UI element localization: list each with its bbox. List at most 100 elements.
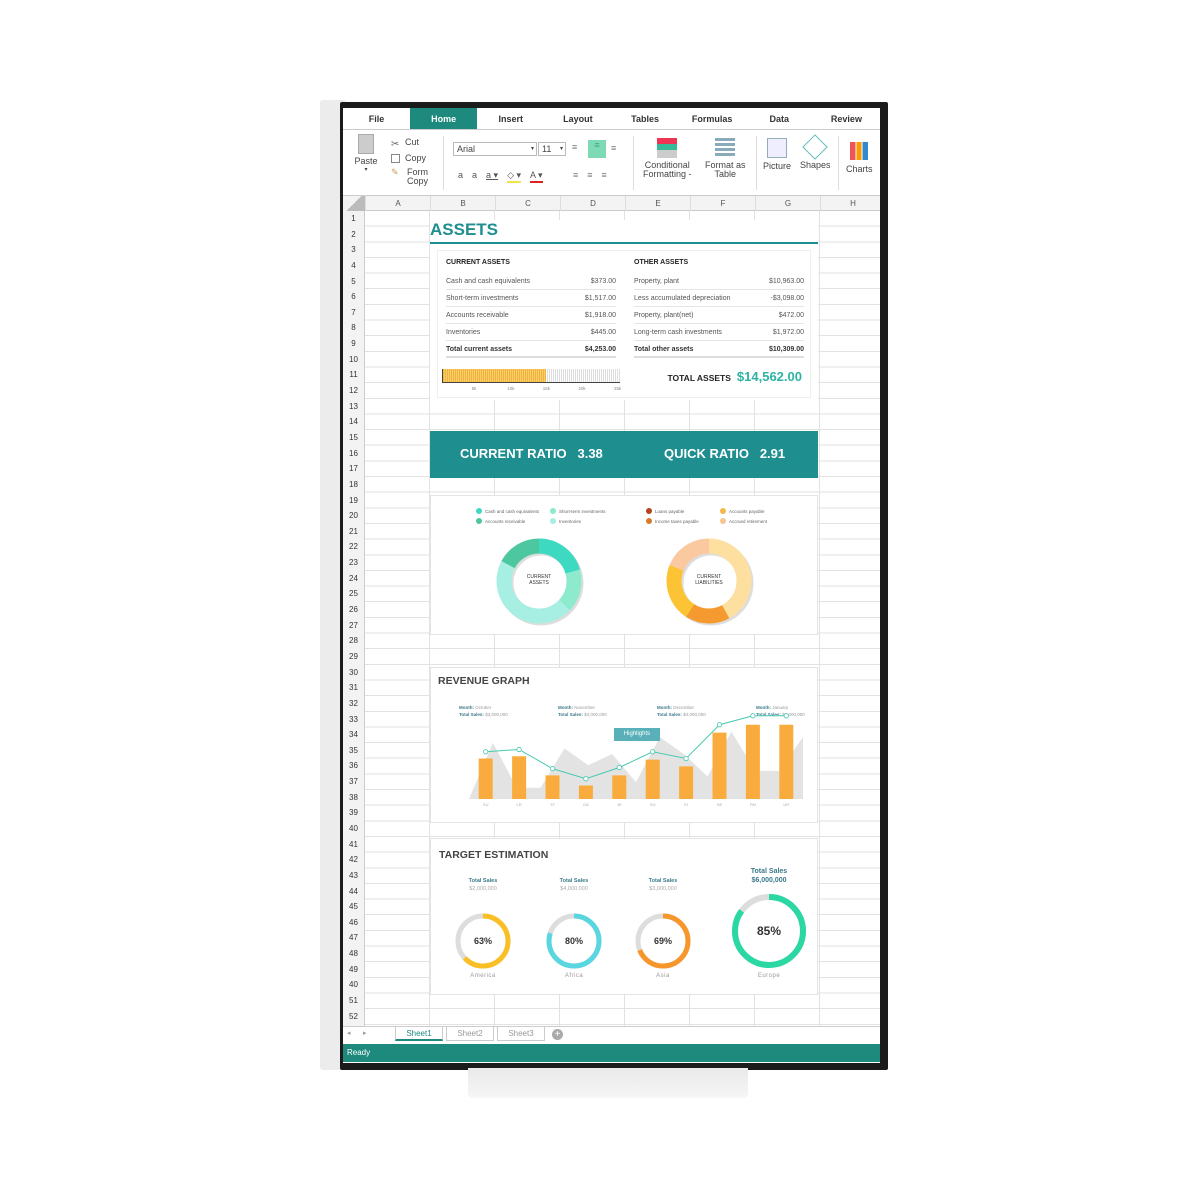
- column-header[interactable]: B: [430, 196, 495, 211]
- shapes-button[interactable]: Shapes: [800, 134, 831, 170]
- row-header[interactable]: 28: [343, 633, 364, 649]
- column-header[interactable]: E: [625, 196, 690, 211]
- column-header[interactable]: H: [820, 196, 880, 211]
- sheet-tab-2[interactable]: Sheet2: [446, 1027, 494, 1041]
- select-all-corner[interactable]: [343, 196, 365, 211]
- row-header[interactable]: 12: [343, 383, 364, 399]
- row-header[interactable]: 47: [343, 930, 364, 946]
- row-header[interactable]: 22: [343, 539, 364, 555]
- highlights-badge[interactable]: Highlights: [614, 728, 660, 741]
- row-header[interactable]: 10: [343, 352, 364, 368]
- scroll-right-icon[interactable]: ▸: [363, 1029, 367, 1037]
- row-header[interactable]: 30: [343, 665, 364, 681]
- font-size-select[interactable]: 11 ▾: [538, 142, 566, 156]
- row-header[interactable]: 39: [343, 805, 364, 821]
- row-header[interactable]: 45: [343, 899, 364, 915]
- tab-home[interactable]: Home: [410, 108, 478, 129]
- tab-file[interactable]: File: [343, 108, 410, 129]
- tab-formulas[interactable]: Formulas: [679, 108, 746, 129]
- row-header[interactable]: 37: [343, 774, 364, 790]
- row-header[interactable]: 21: [343, 524, 364, 540]
- row-header[interactable]: 29: [343, 649, 364, 665]
- row-header[interactable]: 44: [343, 884, 364, 900]
- paste-button[interactable]: Paste ▾: [353, 134, 379, 173]
- tab-insert[interactable]: Insert: [477, 108, 544, 129]
- italic-button[interactable]: a: [472, 170, 477, 183]
- charts-button[interactable]: Charts: [846, 142, 873, 174]
- bold-button[interactable]: a: [458, 170, 463, 183]
- row-header[interactable]: 42: [343, 852, 364, 868]
- row-header[interactable]: 3: [343, 242, 364, 258]
- legend-dot: [476, 508, 482, 514]
- row-header[interactable]: 5: [343, 274, 364, 290]
- sheet-tab-3[interactable]: Sheet3: [497, 1027, 545, 1041]
- tab-data[interactable]: Data: [746, 108, 813, 129]
- picture-button[interactable]: Picture: [763, 138, 791, 171]
- row-header[interactable]: 9: [343, 336, 364, 352]
- row-header[interactable]: 20: [343, 508, 364, 524]
- row-header[interactable]: 33: [343, 712, 364, 728]
- row-header[interactable]: 35: [343, 743, 364, 759]
- scroll-left-icon[interactable]: ◂: [347, 1029, 351, 1037]
- column-header[interactable]: A: [365, 196, 430, 211]
- underline-button[interactable]: a ▾: [486, 170, 498, 183]
- copy-button[interactable]: Copy: [391, 150, 428, 166]
- row-header[interactable]: 40: [343, 977, 364, 993]
- row-header[interactable]: 2: [343, 227, 364, 243]
- row-header[interactable]: 6: [343, 289, 364, 305]
- row-header[interactable]: 18: [343, 477, 364, 493]
- format-as-table-button[interactable]: Format as Table: [705, 138, 746, 179]
- column-header[interactable]: C: [495, 196, 560, 211]
- font-color-button[interactable]: A ▾: [530, 170, 543, 183]
- cut-button[interactable]: ✂ Cut: [391, 134, 428, 150]
- row-header[interactable]: 41: [343, 837, 364, 853]
- row-header[interactable]: 15: [343, 430, 364, 446]
- sheet-tab-1[interactable]: Sheet1: [395, 1027, 443, 1041]
- row-header[interactable]: 34: [343, 727, 364, 743]
- row-header[interactable]: 8: [343, 320, 364, 336]
- row-header[interactable]: 32: [343, 696, 364, 712]
- column-header[interactable]: F: [690, 196, 755, 211]
- row-header[interactable]: 51: [343, 993, 364, 1009]
- row-header[interactable]: 11: [343, 367, 364, 383]
- tab-layout[interactable]: Layout: [544, 108, 611, 129]
- add-sheet-icon[interactable]: +: [552, 1029, 563, 1040]
- align-top-button[interactable]: ≡: [572, 142, 577, 152]
- row-header[interactable]: 7: [343, 305, 364, 321]
- row-header[interactable]: 19: [343, 493, 364, 509]
- conditional-formatting-button[interactable]: Conditional Formatting -: [643, 138, 692, 179]
- row-header[interactable]: 16: [343, 446, 364, 462]
- align-center-button[interactable]: ≡: [587, 170, 592, 180]
- align-left-button[interactable]: ≡: [573, 170, 578, 180]
- row-header[interactable]: 49: [343, 962, 364, 978]
- row-header[interactable]: 43: [343, 868, 364, 884]
- row-header[interactable]: 1: [343, 211, 364, 227]
- align-bottom-button[interactable]: ≡: [611, 143, 616, 153]
- column-header[interactable]: D: [560, 196, 625, 211]
- column-header[interactable]: G: [755, 196, 820, 211]
- row-header[interactable]: 14: [343, 414, 364, 430]
- font-select[interactable]: Arial ▾: [453, 142, 537, 156]
- row-header[interactable]: 23: [343, 555, 364, 571]
- row-header[interactable]: 25: [343, 586, 364, 602]
- row-header[interactable]: 4: [343, 258, 364, 274]
- row-header[interactable]: 27: [343, 618, 364, 634]
- tab-review[interactable]: Review: [813, 108, 880, 129]
- align-right-button[interactable]: ≡: [602, 170, 607, 180]
- row-header[interactable]: 31: [343, 680, 364, 696]
- row-header[interactable]: 52: [343, 1009, 364, 1025]
- tab-tables[interactable]: Tables: [612, 108, 679, 129]
- row-header[interactable]: 26: [343, 602, 364, 618]
- row-header[interactable]: 24: [343, 571, 364, 587]
- format-copy-button[interactable]: ✎ Form Copy: [391, 168, 428, 186]
- row-header[interactable]: 40: [343, 821, 364, 837]
- fill-color-button[interactable]: ◇ ▾: [507, 170, 522, 183]
- row-header[interactable]: 13: [343, 399, 364, 415]
- line-point: [516, 746, 522, 753]
- row-header[interactable]: 36: [343, 758, 364, 774]
- row-header[interactable]: 17: [343, 461, 364, 477]
- row-header[interactable]: 38: [343, 790, 364, 806]
- row-header[interactable]: 48: [343, 946, 364, 962]
- align-middle-button[interactable]: ≡: [588, 140, 606, 158]
- row-header[interactable]: 46: [343, 915, 364, 931]
